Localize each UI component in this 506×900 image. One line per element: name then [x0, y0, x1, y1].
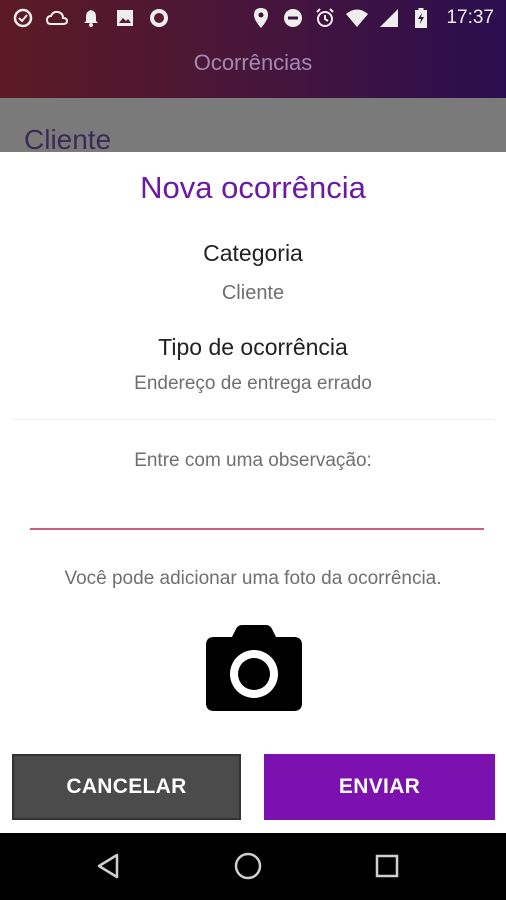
do-not-disturb-icon: [282, 7, 304, 29]
dialog-title: Nova ocorrência: [140, 170, 366, 205]
status-time: 17:37: [446, 7, 494, 28]
alarm-icon: [314, 7, 336, 29]
observation-label: Entre com uma observação:: [134, 450, 372, 471]
camera-icon[interactable]: [206, 625, 302, 711]
home-icon[interactable]: [229, 847, 267, 885]
category-label: Categoria: [203, 240, 303, 266]
location-pin-icon: [250, 7, 272, 29]
cancel-button[interactable]: CANCELAR: [12, 754, 241, 820]
photo-hint: Você pode adicionar uma foto da ocorrênc…: [64, 568, 442, 589]
new-occurrence-dialog: Nova ocorrência Categoria Cliente Tipo d…: [0, 152, 506, 833]
divider: [12, 419, 494, 420]
app-header: 17:37 Ocorrências: [0, 0, 506, 98]
status-system-icons: 17:37: [250, 7, 494, 29]
app-title: Ocorrências: [193, 50, 313, 75]
observation-input[interactable]: [30, 482, 484, 530]
occurrence-type-value: Endereço de entrega errado: [134, 373, 372, 394]
wifi-icon: [346, 7, 369, 29]
status-notification-icons: [12, 7, 170, 29]
record-icon: [148, 7, 170, 29]
image-icon: [114, 7, 136, 29]
notification-bell-icon: [80, 7, 102, 29]
send-button[interactable]: ENVIAR: [264, 754, 495, 820]
navigation-bar: [0, 833, 506, 900]
battery-charging-icon: [410, 7, 432, 29]
sync-icon: [12, 7, 34, 29]
category-value: Cliente: [221, 282, 285, 304]
cloud-icon: [46, 7, 68, 29]
back-icon[interactable]: [89, 847, 127, 885]
occurrence-type-label: Tipo de ocorrência: [158, 334, 348, 360]
signal-icon: [378, 7, 400, 29]
status-bar: 17:37: [0, 0, 506, 36]
recents-icon[interactable]: [368, 847, 406, 885]
